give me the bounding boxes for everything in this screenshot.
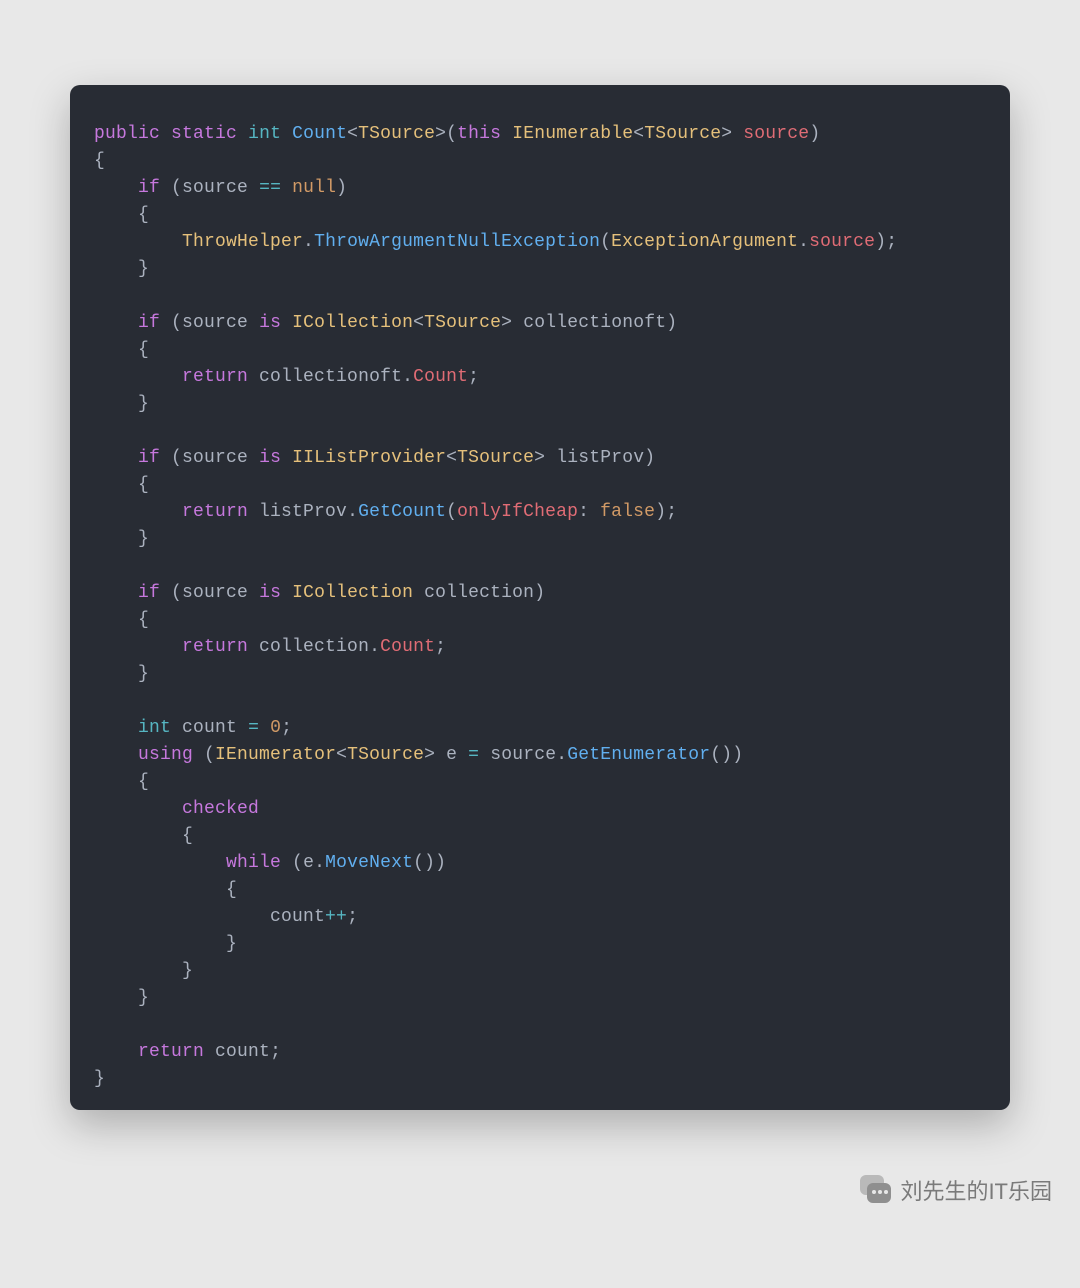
- code-block: public static int Count<TSource>(this IE…: [94, 121, 986, 1093]
- code-card: public static int Count<TSource>(this IE…: [70, 85, 1010, 1110]
- watermark: 刘先生的IT乐园: [860, 1174, 1052, 1206]
- watermark-text: 刘先生的IT乐园: [900, 1174, 1052, 1206]
- wechat-bubble-icon: [860, 1175, 890, 1205]
